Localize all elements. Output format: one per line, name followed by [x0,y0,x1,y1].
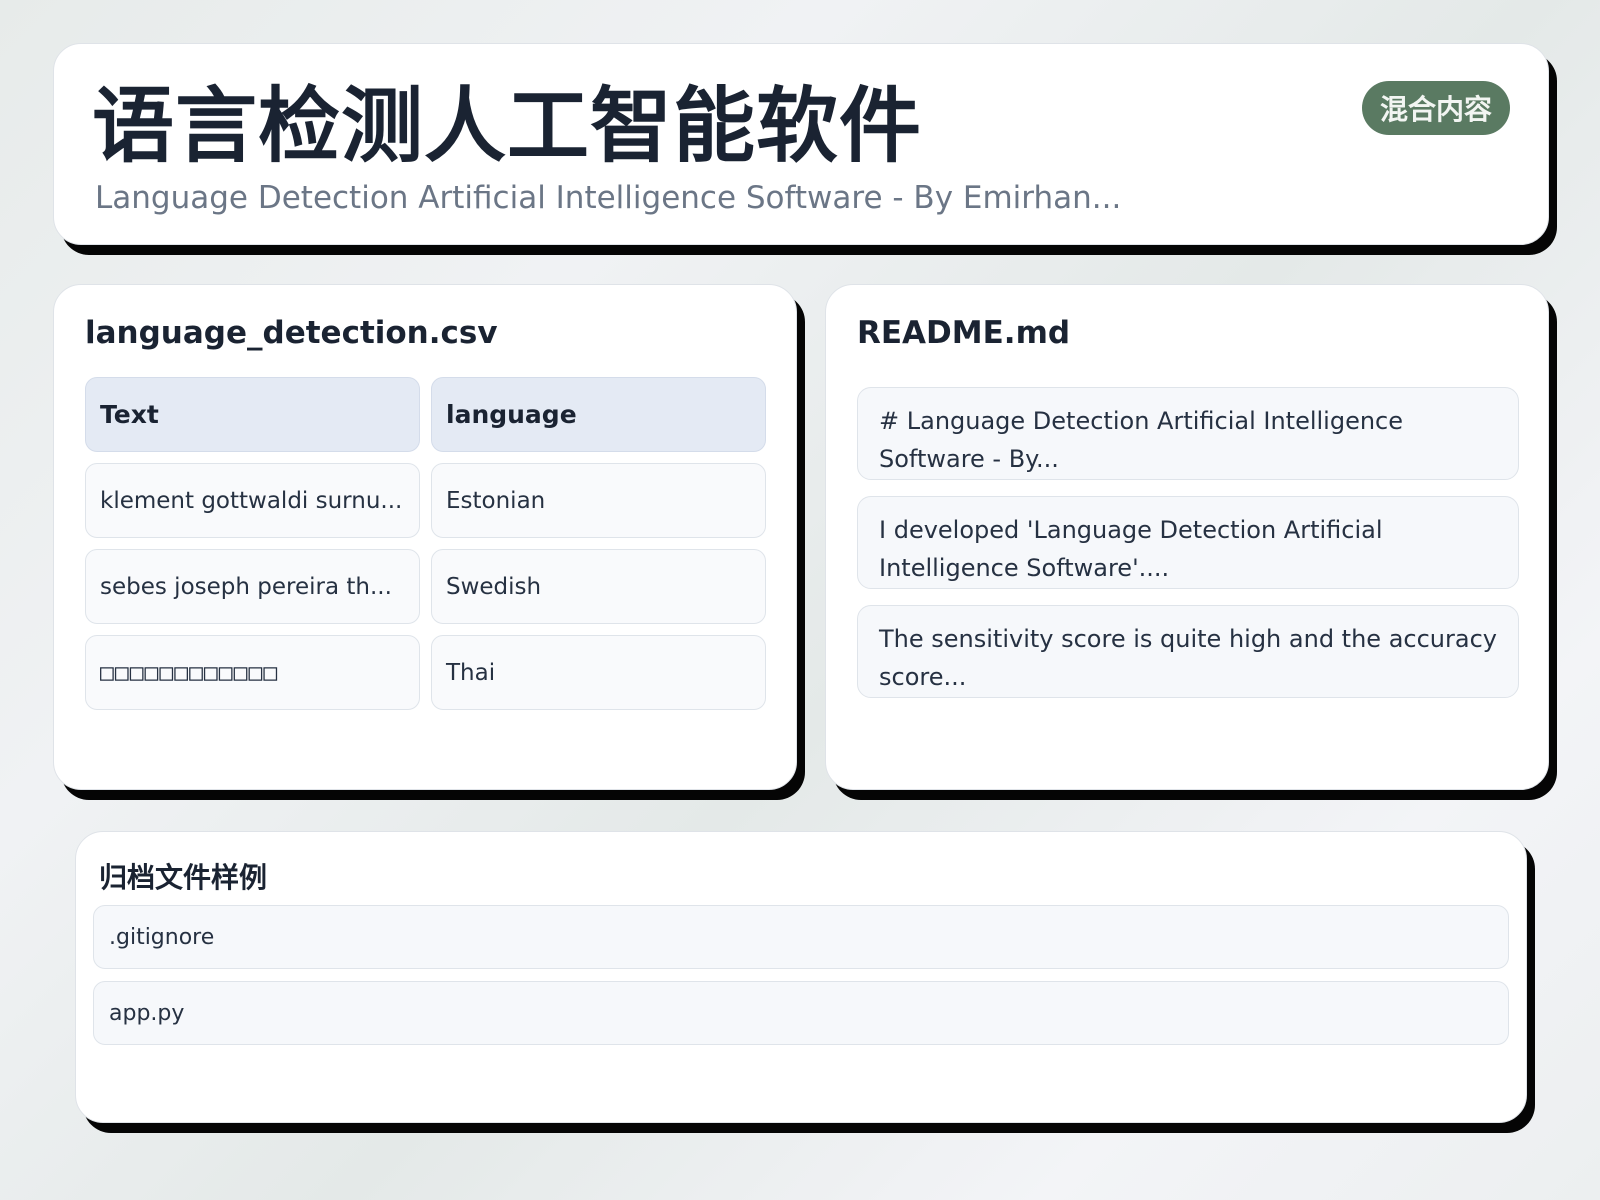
csv-column-header-text: Text [85,377,420,452]
readme-line: I developed 'Language Detection Artifici… [857,496,1519,589]
header-card: 语言检测人工智能软件 Language Detection Artificial… [53,43,1549,245]
readme-line: The sensitivity score is quite high and … [857,605,1519,698]
readme-preview-card: README.md # Language Detection Artificia… [825,284,1549,790]
archive-samples-card: 归档文件样例 .gitignore app.py [75,831,1527,1123]
archive-file-list: .gitignore app.py [93,905,1509,1057]
csv-column-header-language: language [431,377,766,452]
archive-file-item[interactable]: app.py [93,981,1509,1045]
csv-cell-text: klement gottwaldi surnu... [85,463,420,538]
archive-file-item[interactable]: .gitignore [93,905,1509,969]
csv-cell-text: sebes joseph pereira th... [85,549,420,624]
csv-cell-language: Thai [431,635,766,710]
content-type-badge: 混合内容 [1361,81,1510,135]
readme-lines: # Language Detection Artificial Intellig… [857,387,1519,714]
csv-filename: language_detection.csv [85,315,498,351]
readme-line: # Language Detection Artificial Intellig… [857,387,1519,480]
csv-cell-language: Estonian [431,463,766,538]
readme-filename: README.md [857,315,1071,351]
page-subtitle: Language Detection Artificial Intelligen… [95,180,1122,216]
csv-table: Text language klement gottwaldi surnu...… [85,377,766,710]
csv-cell-language: Swedish [431,549,766,624]
csv-preview-card: language_detection.csv Text language kle… [53,284,797,790]
archive-title: 归档文件样例 [99,861,268,894]
csv-cell-text: □□□□□□□□□□□□ [85,635,420,710]
page-title: 语言检测人工智能软件 [92,79,923,174]
